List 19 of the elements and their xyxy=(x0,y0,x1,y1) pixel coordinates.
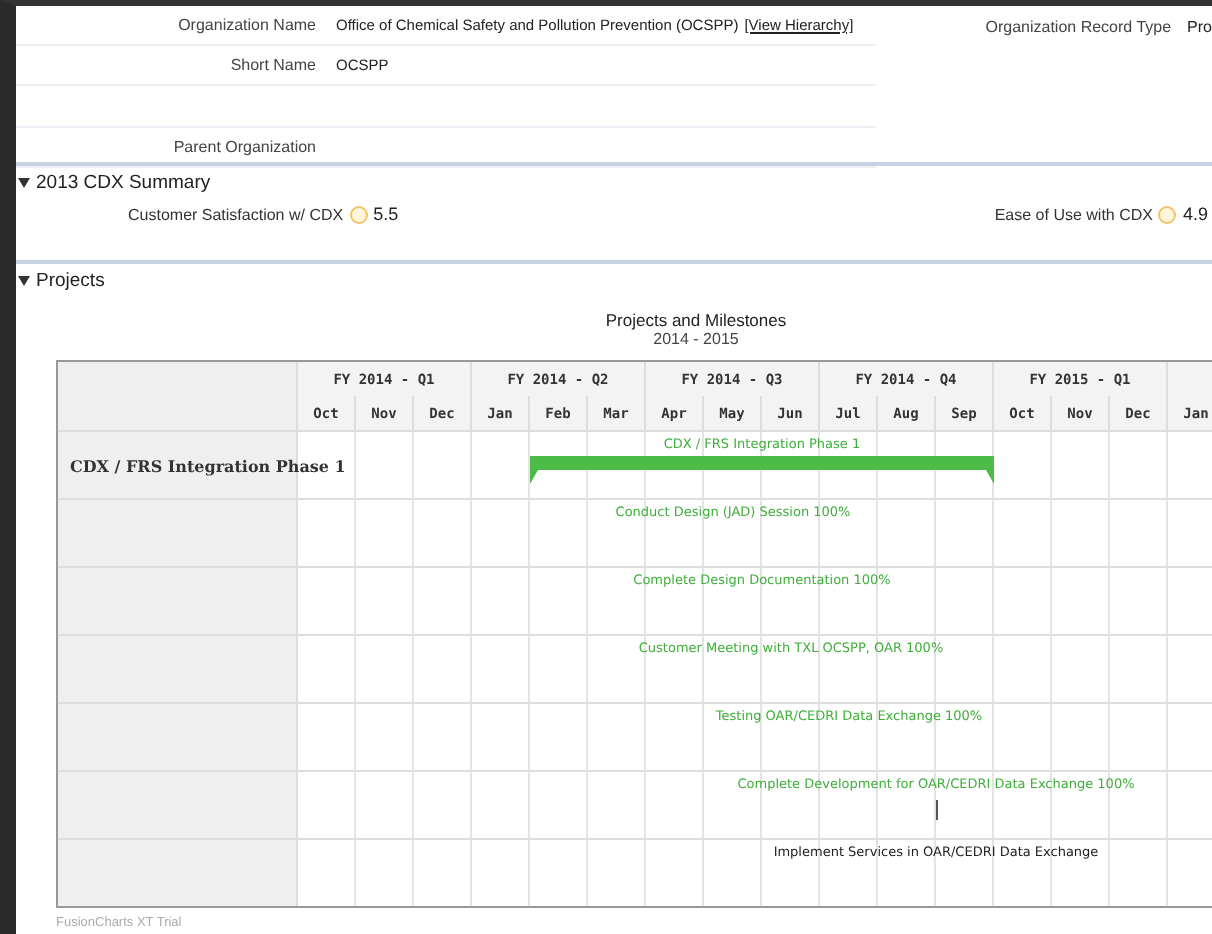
milestone-marker xyxy=(935,800,937,820)
collapse-triangle-icon[interactable] xyxy=(18,275,30,285)
metric-value: 5.5 xyxy=(373,204,399,224)
collapse-triangle-icon[interactable] xyxy=(18,177,30,187)
metric-label: Ease of Use with CDX xyxy=(994,205,1153,223)
project-label: CDX / FRS Integration Phase 1 xyxy=(70,455,346,475)
section-title: 2013 CDX Summary xyxy=(36,171,211,193)
rating-icon xyxy=(1158,205,1177,223)
section-title: Projects xyxy=(36,269,105,291)
rating-icon xyxy=(349,205,368,223)
field-value: Pro xyxy=(1187,18,1212,40)
metric-label: Customer Satisfaction w/ CDX xyxy=(128,205,344,223)
chart-title: Projects and Milestones xyxy=(605,309,787,329)
field-label: Short Name xyxy=(228,56,318,74)
field-label: Organization Record Type xyxy=(985,18,1172,40)
chart-subtitle: 2014 - 2015 xyxy=(653,329,739,347)
field-label: Parent Organization xyxy=(171,138,318,156)
metric-value: 4.9 xyxy=(1182,204,1208,224)
field-label: Organization Name xyxy=(176,16,318,34)
